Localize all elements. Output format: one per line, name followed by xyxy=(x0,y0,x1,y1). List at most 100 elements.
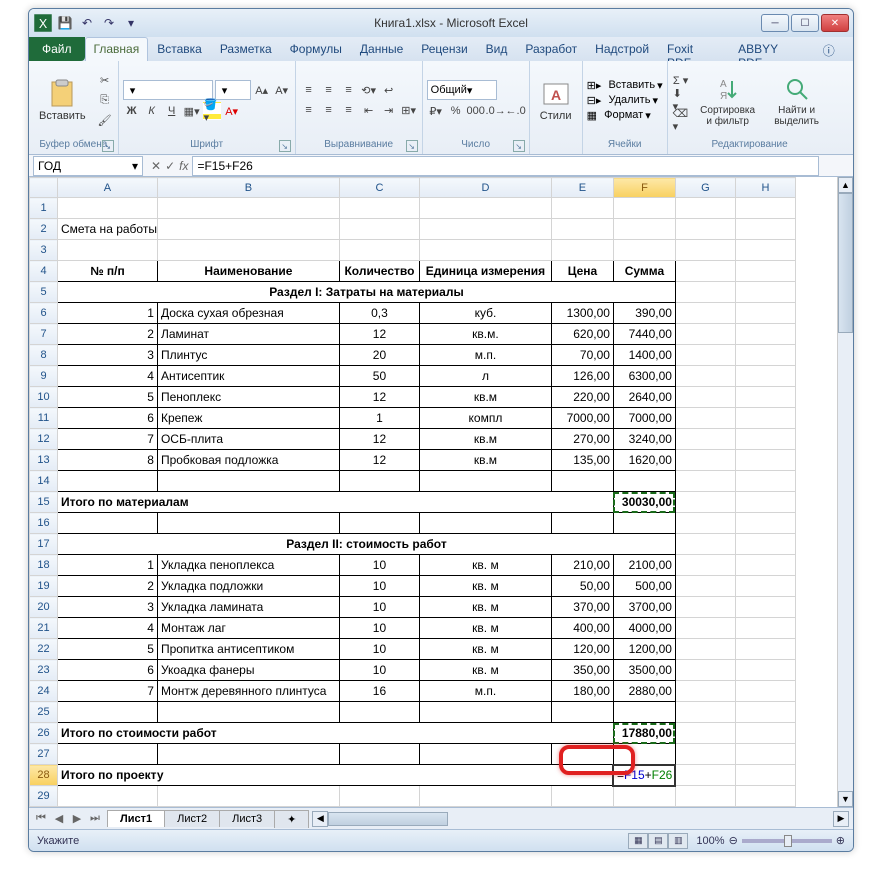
cell[interactable] xyxy=(735,618,795,639)
cell[interactable] xyxy=(551,219,613,240)
row-header-24[interactable]: 24 xyxy=(30,681,58,702)
font-family-combo[interactable]: ▾ xyxy=(123,80,213,100)
cell[interactable] xyxy=(675,450,735,471)
s2-qty[interactable]: 10 xyxy=(339,660,419,681)
cell[interactable] xyxy=(735,219,795,240)
cell[interactable] xyxy=(339,786,419,807)
s2-unit[interactable]: кв. м xyxy=(419,555,551,576)
s1-sum[interactable]: 3240,00 xyxy=(613,429,675,450)
cell[interactable] xyxy=(735,345,795,366)
cell[interactable] xyxy=(157,198,339,219)
hscroll-right-icon[interactable]: ▶ xyxy=(833,811,849,827)
row-header-5[interactable]: 5 xyxy=(30,282,58,303)
copy-button[interactable]: ⎘ xyxy=(96,91,114,109)
row-header-12[interactable]: 12 xyxy=(30,429,58,450)
fx-button[interactable]: fx xyxy=(179,159,188,173)
cell[interactable] xyxy=(419,702,551,723)
s1-qty[interactable]: 0,3 xyxy=(339,303,419,324)
s1-name[interactable]: Плинтус xyxy=(157,345,339,366)
cell[interactable] xyxy=(735,597,795,618)
s2-num[interactable]: 6 xyxy=(58,660,158,681)
s1-unit[interactable]: л xyxy=(419,366,551,387)
font-size-combo[interactable]: ▾ xyxy=(215,80,251,100)
cell[interactable] xyxy=(675,198,735,219)
row-header-28[interactable]: 28 xyxy=(30,765,58,786)
cancel-formula-button[interactable]: ✕ xyxy=(151,159,161,173)
tab-view[interactable]: Вид xyxy=(477,37,517,61)
tab-developer[interactable]: Разработ xyxy=(516,37,586,61)
cell[interactable] xyxy=(675,345,735,366)
s1-num[interactable]: 3 xyxy=(58,345,158,366)
cell[interactable] xyxy=(613,786,675,807)
s1-sum[interactable]: 7000,00 xyxy=(613,408,675,429)
s2-unit[interactable]: кв. м xyxy=(419,639,551,660)
s2-qty[interactable]: 10 xyxy=(339,555,419,576)
hscroll-thumb[interactable] xyxy=(328,812,448,826)
close-button[interactable]: ✕ xyxy=(821,14,849,32)
s2-num[interactable]: 1 xyxy=(58,555,158,576)
scroll-down-icon[interactable]: ▼ xyxy=(838,791,853,807)
cell[interactable] xyxy=(58,786,158,807)
cell[interactable] xyxy=(613,471,675,492)
s1-sum[interactable]: 390,00 xyxy=(613,303,675,324)
s1-name[interactable]: Ламинат xyxy=(157,324,339,345)
cell[interactable] xyxy=(735,576,795,597)
cell[interactable] xyxy=(735,786,795,807)
col-header-E[interactable]: E xyxy=(551,178,613,198)
font-dialog-icon[interactable]: ↘ xyxy=(279,140,291,152)
scroll-up-icon[interactable]: ▲ xyxy=(838,177,853,193)
s2-unit[interactable]: кв. м xyxy=(419,597,551,618)
cell[interactable] xyxy=(339,240,419,261)
merge-button[interactable]: ⊞▾ xyxy=(400,101,418,119)
s2-sum[interactable]: 4000,00 xyxy=(613,618,675,639)
cell[interactable] xyxy=(157,471,339,492)
sheet-nav-first-icon[interactable]: ⏮ xyxy=(33,811,49,827)
cell[interactable] xyxy=(675,219,735,240)
shrink-font-button[interactable]: A▾ xyxy=(273,81,291,99)
tab-home[interactable]: Главная xyxy=(85,37,149,61)
cell[interactable] xyxy=(735,534,795,555)
format-painter-button[interactable]: 🖌 xyxy=(96,111,114,129)
cell[interactable] xyxy=(735,660,795,681)
s2-qty[interactable]: 16 xyxy=(339,681,419,702)
row-header-23[interactable]: 23 xyxy=(30,660,58,681)
font-color-button[interactable]: A▾ xyxy=(223,102,241,120)
s1-sum[interactable]: 6300,00 xyxy=(613,366,675,387)
row-header-13[interactable]: 13 xyxy=(30,450,58,471)
minimize-button[interactable]: ─ xyxy=(761,14,789,32)
wrap-text-button[interactable]: ↩ xyxy=(380,81,398,99)
smeta-title[interactable]: Смета на работы xyxy=(58,219,158,240)
s1-sum[interactable]: 7440,00 xyxy=(613,324,675,345)
orientation-button[interactable]: ⟲▾ xyxy=(360,81,378,99)
clipboard-dialog-icon[interactable]: ↘ xyxy=(102,140,114,152)
worksheet-grid[interactable]: A B C D E F G H 12Смета на работы34№ п/п… xyxy=(29,177,796,807)
view-pagebreak-button[interactable]: ▥ xyxy=(668,833,688,849)
s1-qty[interactable]: 12 xyxy=(339,429,419,450)
row-header-1[interactable]: 1 xyxy=(30,198,58,219)
cell[interactable] xyxy=(675,513,735,534)
s2-name[interactable]: Укладка подложки xyxy=(157,576,339,597)
row-header-15[interactable]: 15 xyxy=(30,492,58,513)
s1-num[interactable]: 7 xyxy=(58,429,158,450)
cell[interactable] xyxy=(551,702,613,723)
cell[interactable] xyxy=(339,198,419,219)
cell[interactable] xyxy=(339,471,419,492)
decrease-decimal-button[interactable]: ←.0 xyxy=(507,102,525,120)
enter-formula-button[interactable]: ✓ xyxy=(165,159,175,173)
cell[interactable] xyxy=(419,744,551,765)
col-header-B[interactable]: B xyxy=(157,178,339,198)
cells-insert-label[interactable]: Вставить xyxy=(608,79,655,91)
s1-name[interactable]: Пробковая подложка xyxy=(157,450,339,471)
row-header-10[interactable]: 10 xyxy=(30,387,58,408)
s1-qty[interactable]: 50 xyxy=(339,366,419,387)
s1-unit[interactable]: компл xyxy=(419,408,551,429)
s1-unit[interactable]: кв.м. xyxy=(419,324,551,345)
s1-name[interactable]: Крепеж xyxy=(157,408,339,429)
s2-price[interactable]: 370,00 xyxy=(551,597,613,618)
s2-qty[interactable]: 10 xyxy=(339,618,419,639)
cell[interactable] xyxy=(613,219,675,240)
row-header-3[interactable]: 3 xyxy=(30,240,58,261)
s1-sum[interactable]: 1620,00 xyxy=(613,450,675,471)
s2-name[interactable]: Пропитка антисептиком xyxy=(157,639,339,660)
percent-button[interactable]: % xyxy=(447,102,465,120)
